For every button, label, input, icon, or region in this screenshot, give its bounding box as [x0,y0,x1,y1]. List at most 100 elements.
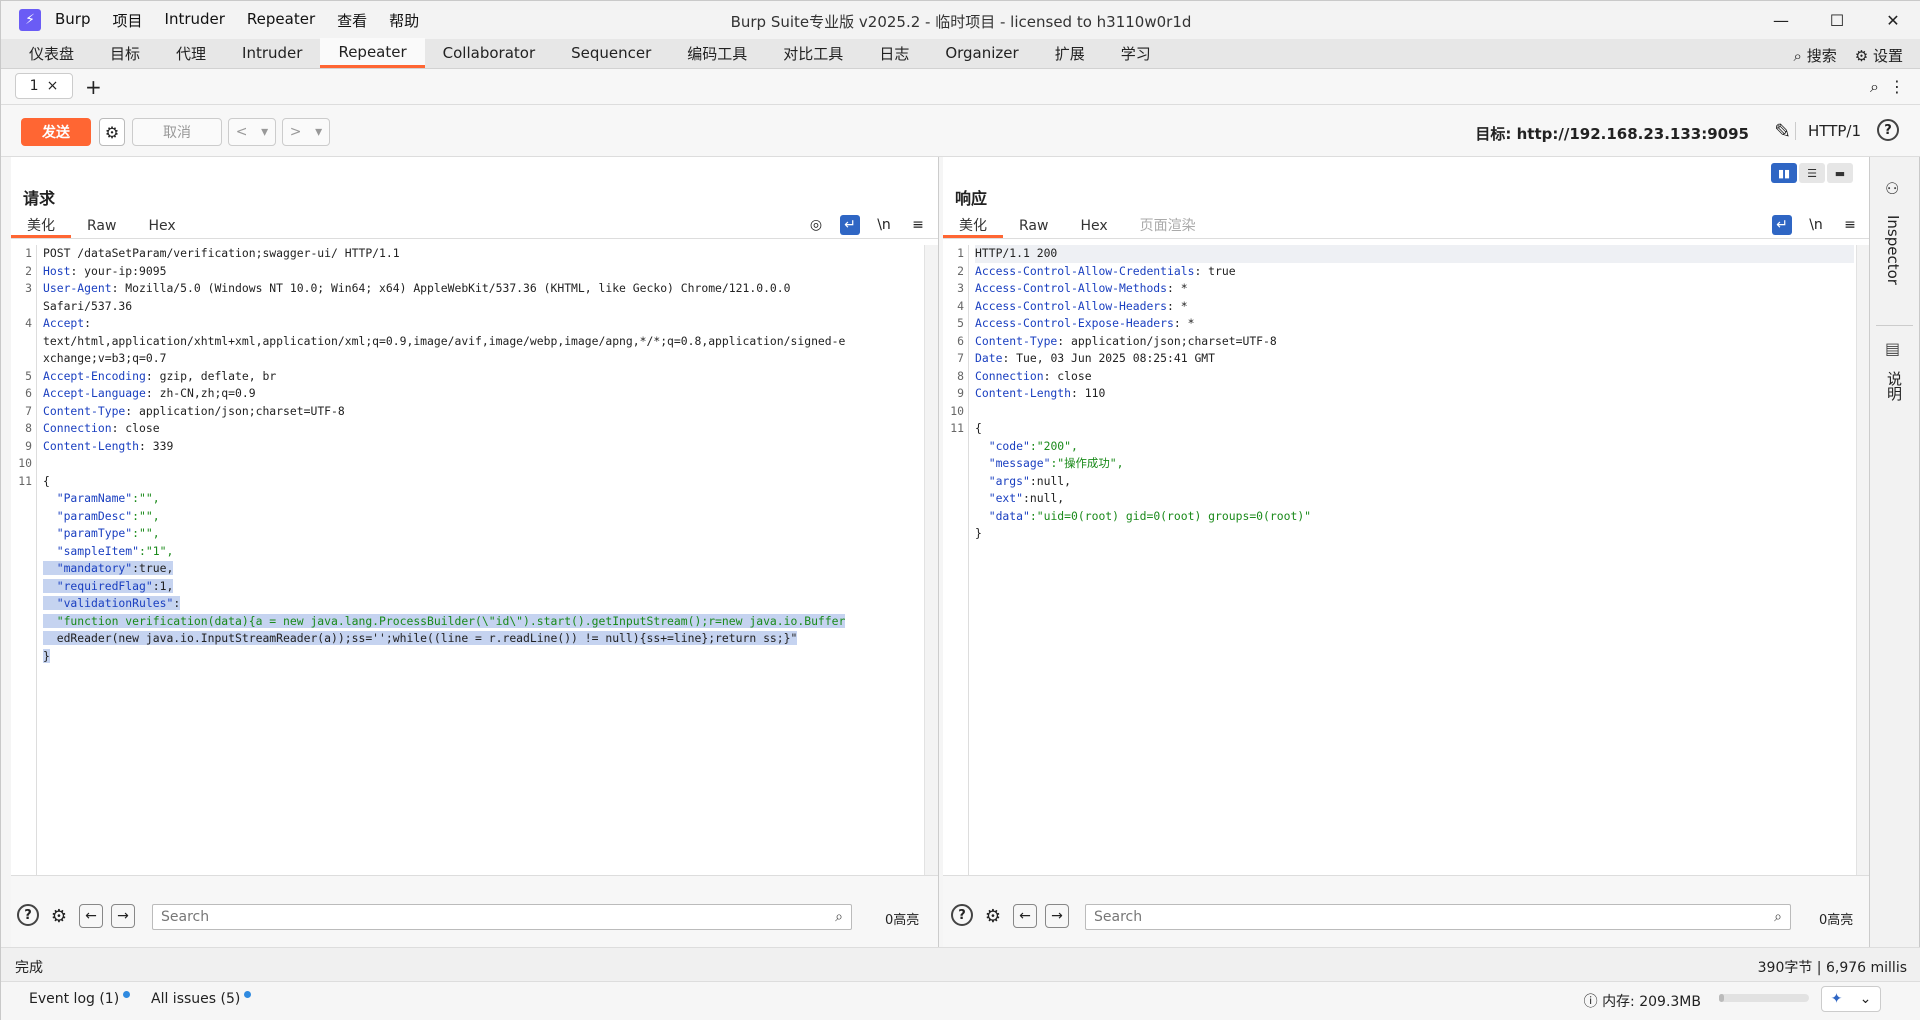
wrap-lines-icon[interactable]: ↵ [1772,215,1792,235]
response-lines[interactable]: HTTP/1.1 200 Access-Control-Allow-Credent… [975,245,1854,543]
code-line[interactable]: Date: Tue, 03 Jun 2025 08:25:41 GMT [975,350,1854,368]
arrow-left-icon[interactable]: ← [79,904,103,928]
code-line[interactable]: { [43,473,922,491]
add-tab-icon[interactable]: + [85,75,102,99]
global-search-button[interactable]: ⌕ 搜索 [1794,45,1837,66]
code-line[interactable]: edReader(new java.io.InputStreamReader(a… [43,630,922,648]
code-line[interactable]: "data":"uid=0(root) gid=0(root) groups=0… [975,508,1854,526]
code-line[interactable]: } [975,525,1854,543]
tab-target[interactable]: 目标 [92,38,158,68]
code-line[interactable]: "paramType":"", [43,525,922,543]
wrap-lines-icon[interactable]: ↵ [840,215,860,235]
arrow-left-icon[interactable]: ← [1013,904,1037,928]
inspector-icon[interactable]: ⚇ [1885,179,1899,198]
code-line[interactable]: User-Agent: Mozilla/5.0 (Windows NT 10.0… [43,280,922,298]
response-tab-hex[interactable]: Hex [1064,213,1123,238]
tab-organizer[interactable]: Organizer [927,38,1036,68]
code-line[interactable]: xchange;v=b3;q=0.7 [43,350,922,368]
tab-search-icon[interactable]: ⌕ [1870,77,1879,97]
hide-eye-icon[interactable]: ◎ [806,215,826,235]
history-forward-button[interactable]: > ▾ [282,118,330,146]
notes-tab[interactable]: 说明 [1884,371,1905,401]
cancel-button[interactable]: 取消 [132,118,222,146]
help-icon[interactable]: ? [1877,119,1899,141]
code-line[interactable]: Host: your-ip:9095 [43,263,922,281]
chevron-down-icon[interactable]: ▾ [261,124,268,140]
arrow-right-icon[interactable]: → [111,904,135,928]
close-icon[interactable]: ✕ [1865,1,1920,39]
send-button[interactable]: 发送 [21,118,91,146]
tab-repeater[interactable]: Repeater [320,38,425,68]
maximize-icon[interactable]: ☐ [1809,1,1865,39]
code-line[interactable] [975,403,1854,421]
code-line[interactable]: "message":"操作成功", [975,455,1854,473]
minimize-icon[interactable]: — [1753,1,1809,39]
response-tab-raw[interactable]: Raw [1003,213,1064,238]
code-line[interactable]: Access-Control-Allow-Methods: * [975,280,1854,298]
code-line[interactable]: HTTP/1.1 200 [975,245,1854,263]
code-line[interactable]: Connection: close [975,368,1854,386]
code-line[interactable]: Access-Control-Expose-Headers: * [975,315,1854,333]
code-line[interactable]: Accept-Encoding: gzip, deflate, br [43,368,922,386]
request-editor[interactable]: 1 2 3 4 5 6 7 8 9 10 11 POST /dataSetParam/verific… [11,245,922,875]
request-search-input[interactable]: Search ⌕ [152,904,852,930]
newline-toggle-icon[interactable]: \n [874,215,894,235]
code-line[interactable]: "code":"200", [975,438,1854,456]
code-line[interactable] [43,455,922,473]
tab-comparer[interactable]: 对比工具 [765,38,861,68]
menu-view[interactable]: 查看 [337,10,367,31]
help-icon[interactable]: ? [17,904,39,926]
code-line[interactable]: "ParamName":"", [43,490,922,508]
code-line[interactable]: text/html,application/xhtml+xml,applicat… [43,333,922,351]
settings-button[interactable]: ⚙ 设置 [1855,45,1903,66]
code-line[interactable]: Access-Control-Allow-Headers: * [975,298,1854,316]
menu-repeater[interactable]: Repeater [247,10,315,31]
code-line[interactable]: Accept: [43,315,922,333]
code-line[interactable]: } [43,648,922,666]
code-line[interactable]: "mandatory":true, [43,560,922,578]
response-search-input[interactable]: Search ⌕ [1085,904,1791,930]
menu-icon[interactable]: ≡ [908,215,928,235]
code-line[interactable]: Accept-Language: zh-CN,zh;q=0.9 [43,385,922,403]
newline-toggle-icon[interactable]: \n [1806,215,1826,235]
event-log-button[interactable]: Event log (1) [29,990,131,1007]
response-scrollbar[interactable] [1856,245,1870,875]
tab-dashboard[interactable]: 仪表盘 [11,38,92,68]
code-line[interactable]: "function verification(data){a = new jav… [43,613,922,631]
tab-extensions[interactable]: 扩展 [1037,38,1103,68]
menu-icon[interactable]: ≡ [1840,215,1860,235]
menu-project[interactable]: 项目 [113,10,143,31]
ai-assistant-button[interactable]: ✦ ⌄ [1821,986,1881,1012]
response-tab-pretty[interactable]: 美化 [943,213,1003,238]
tab-proxy[interactable]: 代理 [158,38,224,68]
arrow-right-icon[interactable]: → [1045,904,1069,928]
code-line[interactable]: "paramDesc":"", [43,508,922,526]
request-scrollbar[interactable] [924,245,938,875]
request-tab-hex[interactable]: Hex [132,213,191,238]
repeater-tab-1[interactable]: 1 × [15,73,73,99]
tab-collaborator[interactable]: Collaborator [425,38,553,68]
tab-logger[interactable]: 日志 [861,38,927,68]
code-line[interactable]: Content-Type: application/json;charset=U… [43,403,922,421]
tab-learn[interactable]: 学习 [1103,38,1169,68]
code-line[interactable]: "validationRules": [43,595,922,613]
tab-intruder[interactable]: Intruder [224,38,320,68]
code-line[interactable]: Connection: close [43,420,922,438]
edit-target-pencil-icon[interactable]: ✎ [1774,119,1791,143]
layout-tabs-icon[interactable]: ▬ [1827,163,1853,183]
request-tab-raw[interactable]: Raw [71,213,132,238]
response-editor[interactable]: 1 2 3 4 5 6 7 8 9 10 11 HTTP/1.1 200 Access-Control… [943,245,1854,875]
code-line[interactable]: "ext":null, [975,490,1854,508]
layout-stacked-icon[interactable]: ☰ [1799,163,1825,183]
code-line[interactable]: { [975,420,1854,438]
menu-intruder[interactable]: Intruder [165,10,225,31]
request-tab-pretty[interactable]: 美化 [11,213,71,238]
send-options-gear-icon[interactable]: ⚙ [99,118,125,146]
tab-sequencer[interactable]: Sequencer [553,38,669,68]
code-line[interactable]: "sampleItem":"1", [43,543,922,561]
help-icon[interactable]: ? [951,904,973,926]
chevron-down-icon[interactable]: ⌄ [1860,991,1872,1007]
code-line[interactable]: Access-Control-Allow-Credentials: true [975,263,1854,281]
code-line[interactable]: "requiredFlag":1, [43,578,922,596]
gear-icon[interactable]: ⚙ [47,904,71,928]
